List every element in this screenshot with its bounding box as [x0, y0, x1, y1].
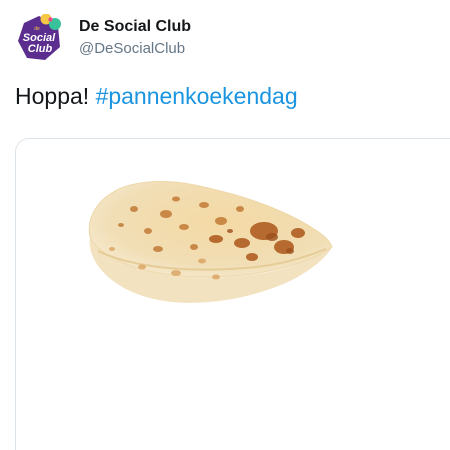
tweet-text-body: Hoppa!	[15, 83, 90, 109]
tweet-author[interactable]: De Social Club @DeSocialClub	[79, 17, 191, 59]
avatar[interactable]: de Social Club	[15, 14, 63, 62]
tweet: de Social Club De Social Club @DeSocialC…	[0, 0, 450, 450]
user-handle[interactable]: @DeSocialClub	[79, 39, 191, 59]
de-social-club-logo-icon: de Social Club	[18, 14, 61, 60]
media-card[interactable]	[15, 138, 450, 450]
avatar-text-bottom: Club	[28, 43, 53, 55]
display-name[interactable]: De Social Club	[79, 17, 191, 37]
hashtag-link[interactable]: #pannenkoekendag	[96, 83, 298, 109]
pancake-image	[88, 181, 333, 303]
tweet-text: Hoppa! #pannenkoekendag	[15, 81, 298, 111]
